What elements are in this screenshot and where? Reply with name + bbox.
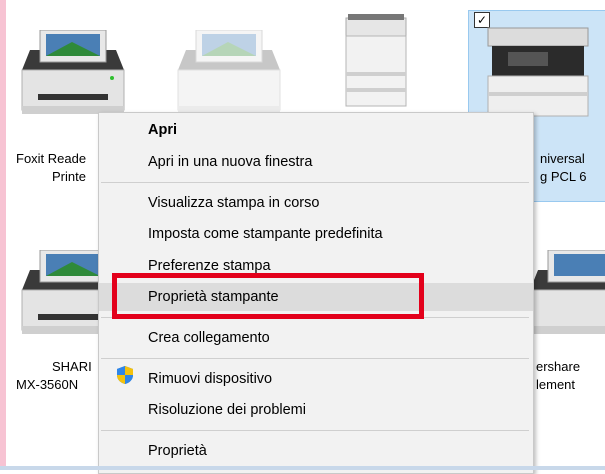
menu-item-create-shortcut[interactable]: Crea collegamento [99, 324, 533, 352]
printer-icon[interactable] [12, 30, 134, 120]
menu-item-remove-device[interactable]: Rimuovi dispositivo [99, 365, 533, 393]
printer-icon[interactable] [168, 30, 290, 120]
menu-item-view-print-queue[interactable]: Visualizza stampa in corso [99, 189, 533, 217]
printer-label: niversal [540, 151, 585, 166]
menu-item-open[interactable]: Apri [99, 116, 533, 144]
mfp-printer-icon[interactable] [338, 12, 420, 112]
printer-label: Foxit Reade [16, 151, 87, 166]
menu-item-open-new-window[interactable]: Apri in una nuova finestra [99, 148, 533, 176]
bottom-strip [0, 466, 605, 470]
menu-separator [101, 358, 529, 359]
printer-label: g PCL 6 [540, 169, 587, 184]
printer-label: MX-3560N [16, 377, 79, 392]
menu-separator [101, 430, 529, 431]
menu-item-properties[interactable]: Proprietà [99, 437, 533, 465]
uac-shield-icon [116, 365, 134, 390]
printer-label: SHARI [52, 359, 92, 374]
printer-label: Printe [52, 169, 86, 184]
printer-label: lement [536, 377, 576, 392]
red-highlight-box [112, 273, 424, 319]
hp-printer-icon[interactable] [478, 22, 600, 122]
printer-label: ershare [536, 359, 581, 374]
menu-separator [101, 182, 529, 183]
left-edge-strip [0, 0, 6, 470]
menu-item-set-default-printer[interactable]: Imposta come stampante predefinita [99, 220, 533, 248]
menu-item-troubleshoot[interactable]: Risoluzione dei problemi [99, 396, 533, 424]
